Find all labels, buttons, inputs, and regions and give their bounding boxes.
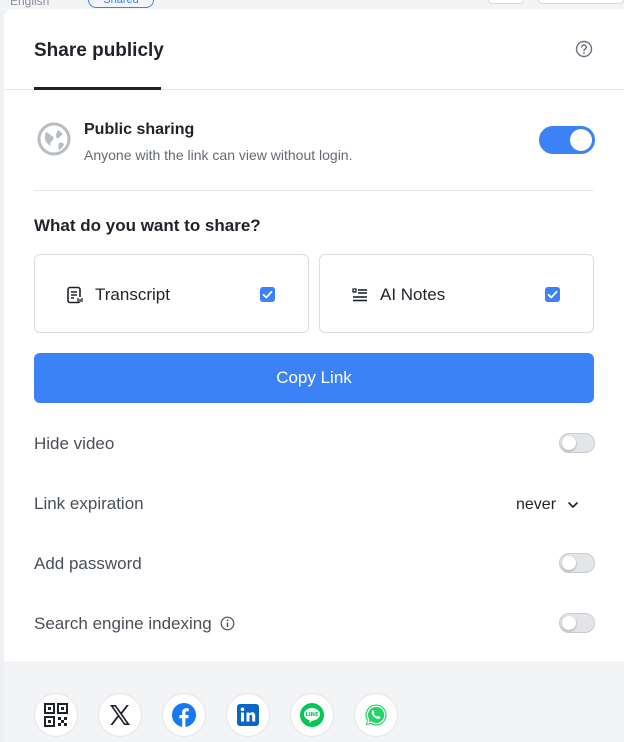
share-question: What do you want to share? <box>34 216 261 235</box>
notes-list-icon <box>352 288 367 302</box>
background-control <box>488 0 524 4</box>
public-sharing-toggle[interactable] <box>539 126 595 154</box>
qr-code-button[interactable] <box>34 693 78 737</box>
info-icon[interactable] <box>220 616 235 631</box>
background-language: English <box>10 0 50 8</box>
ai-notes-option[interactable]: AI Notes <box>319 254 594 333</box>
transcript-icon <box>67 286 83 304</box>
facebook-icon <box>172 703 196 727</box>
qr-code-icon <box>44 703 68 727</box>
share-panel: Share publicly Public sharing Anyone wit… <box>4 9 624 742</box>
transcript-checkbox[interactable] <box>260 287 275 302</box>
link-expiration-select[interactable]: never <box>516 496 556 514</box>
line-icon: LINE <box>300 703 324 727</box>
share-whatsapp-button[interactable] <box>354 693 398 737</box>
add-password-toggle[interactable] <box>559 553 595 573</box>
help-circle-icon[interactable] <box>575 40 593 58</box>
transcript-option[interactable]: Transcript <box>34 254 309 333</box>
hide-video-label: Hide video <box>34 434 115 453</box>
search-indexing-label: Search engine indexing <box>34 614 212 633</box>
share-x-button[interactable] <box>98 693 142 737</box>
whatsapp-icon <box>365 704 387 726</box>
transcript-label: Transcript <box>95 285 170 304</box>
add-password-label: Add password <box>34 554 142 573</box>
search-indexing-toggle[interactable] <box>559 613 595 633</box>
share-line-button[interactable]: LINE <box>290 693 334 737</box>
share-facebook-button[interactable] <box>162 693 206 737</box>
svg-text:LINE: LINE <box>305 712 319 718</box>
public-sharing-title: Public sharing <box>84 121 195 138</box>
linkedin-icon <box>237 704 259 726</box>
background-shared-badge: Shared <box>88 0 154 8</box>
panel-header: Share publicly <box>4 9 624 90</box>
active-tab-indicator <box>34 87 161 90</box>
copy-link-button[interactable]: Copy Link <box>34 353 594 403</box>
panel-title: Share publicly <box>34 40 164 61</box>
background-control <box>538 0 624 4</box>
public-sharing-description: Anyone with the link can view without lo… <box>84 147 353 163</box>
x-logo-icon <box>110 705 130 725</box>
ai-notes-label: AI Notes <box>380 285 446 304</box>
globe-icon <box>37 122 71 156</box>
divider <box>34 190 594 191</box>
ai-notes-checkbox[interactable] <box>545 287 560 302</box>
link-expiration-label: Link expiration <box>34 494 144 513</box>
hide-video-toggle[interactable] <box>559 433 595 453</box>
share-linkedin-button[interactable] <box>226 693 270 737</box>
chevron-down-icon[interactable] <box>566 498 580 512</box>
